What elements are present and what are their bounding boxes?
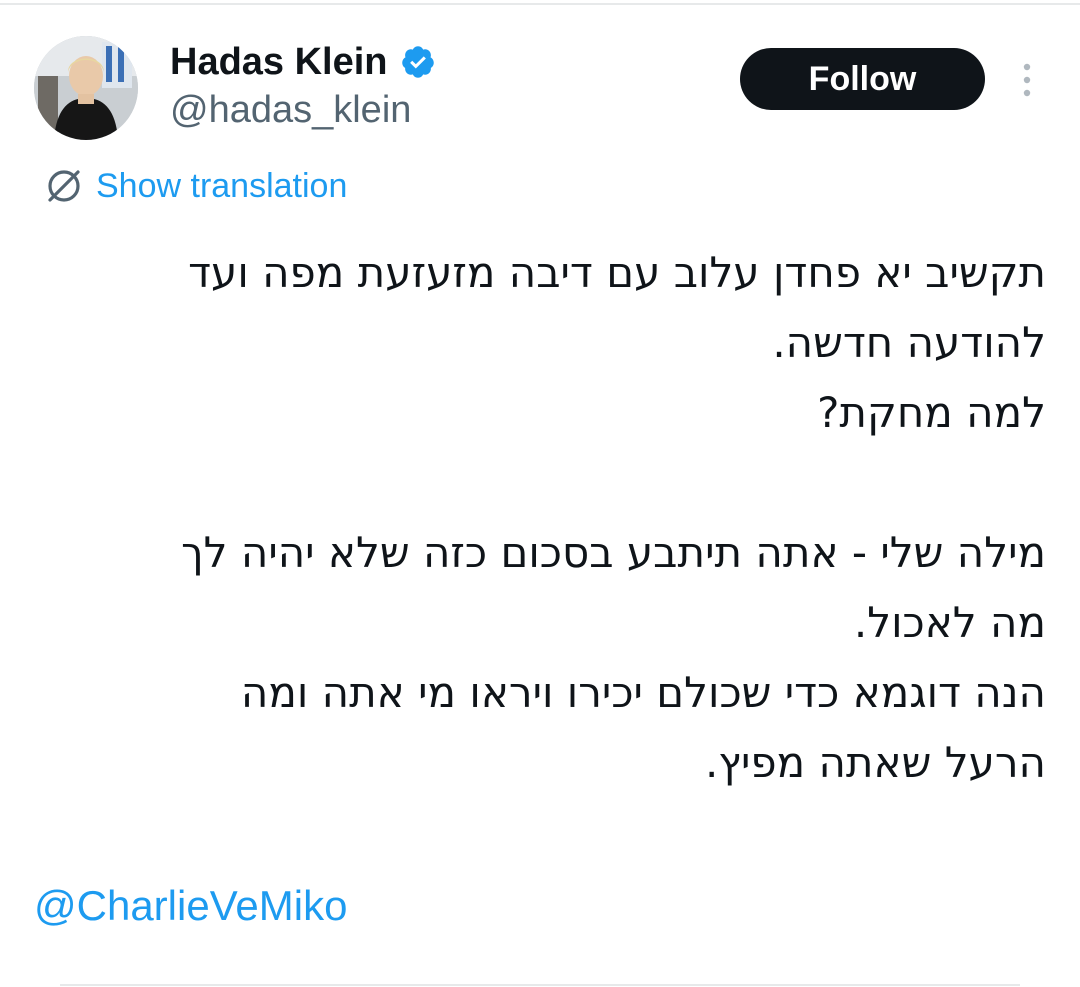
tweet-line: הרעל שאתה מפיץ. [704,738,1046,787]
author-display-name[interactable]: Hadas Klein [170,40,388,84]
tweet-line: מה לאכול. [853,598,1046,647]
translate-globe-icon [48,170,80,202]
author-name-row[interactable]: Hadas Klein [170,40,436,84]
top-divider [0,3,1080,5]
tweet-line: להודעה חדשה. [772,318,1046,367]
tweet-line: למה מחקת? [817,388,1046,437]
show-translation-label[interactable]: Show translation [96,164,347,208]
tweet-line: תקשיב יא פחדן עלוב עם דיבה מזעזעת מפה וע… [188,248,1046,297]
follow-button[interactable]: Follow [740,48,985,110]
more-vertical-icon[interactable] [1012,60,1042,100]
mention-link[interactable]: @CharlieVeMiko [34,878,347,934]
tweet-text: תקשיב יא פחדן עלוב עם דיבה מזעזעת מפה וע… [36,238,1046,798]
show-translation-link[interactable]: Show translation [44,164,347,208]
tweet-line: מילה שלי - אתה תיתבע בסכום כזה שלא יהיה … [181,528,1046,577]
tweet-line: הנה דוגמא כדי שכולם יכירו ויראו מי אתה ו… [240,668,1046,717]
verified-badge-icon [401,46,434,78]
avatar-photo [34,36,138,140]
author-handle[interactable]: @hadas_klein [170,88,411,132]
bottom-divider [60,984,1020,986]
avatar[interactable] [34,36,138,140]
